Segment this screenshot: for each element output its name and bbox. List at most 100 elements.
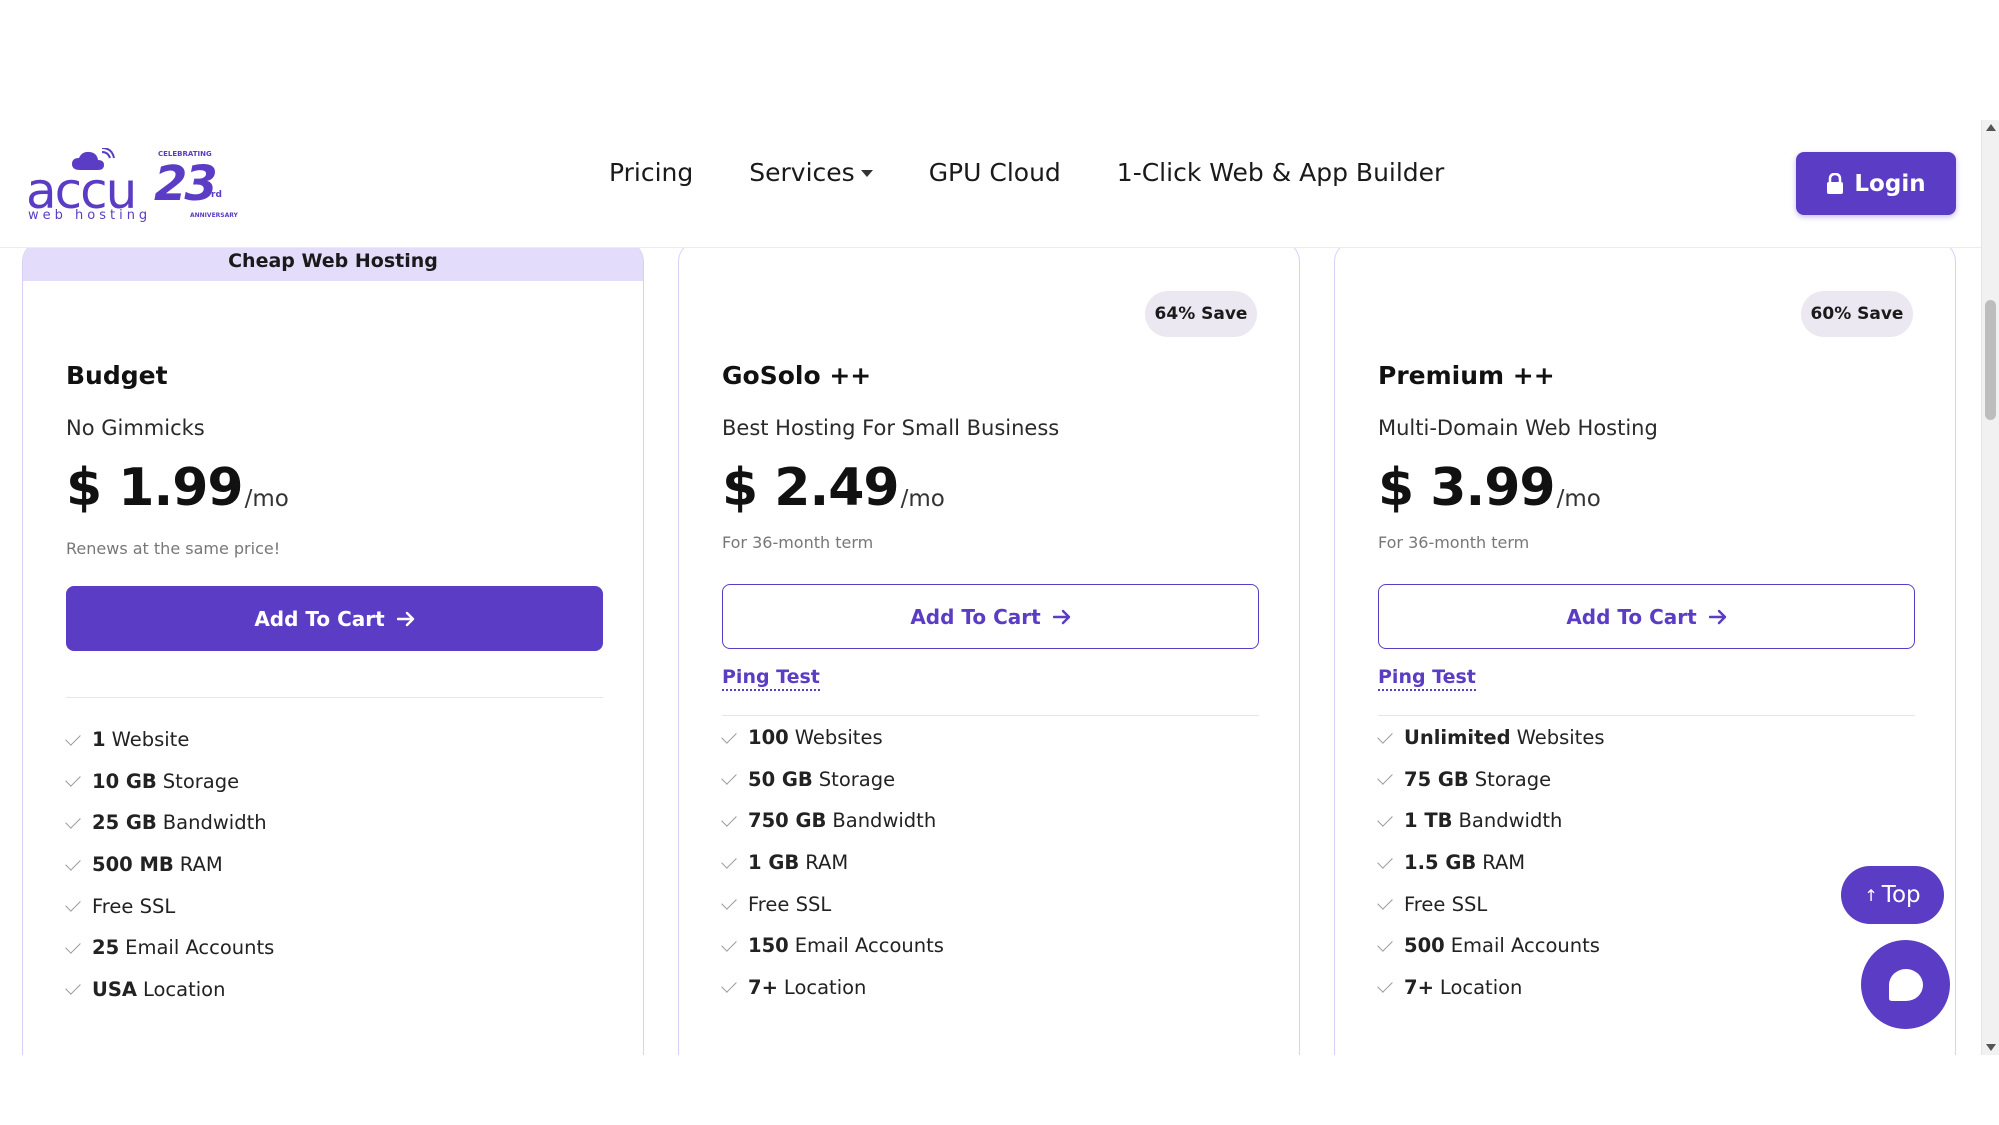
check-icon — [65, 730, 81, 746]
check-icon — [721, 894, 737, 910]
check-icon — [1377, 935, 1393, 952]
logo-anniversary-number: 23 — [154, 156, 218, 212]
feature-item: USA Location — [65, 969, 274, 1011]
add-to-cart-button[interactable]: Add To Cart — [1378, 584, 1915, 649]
scroll-down-arrow-icon[interactable] — [1986, 1044, 1996, 1051]
add-to-cart-label: Add To Cart — [910, 604, 1041, 629]
chevron-down-icon — [860, 170, 873, 177]
nav-services[interactable]: Services — [749, 158, 873, 187]
price-period: /mo — [244, 486, 289, 512]
nav-gpu-cloud-label: GPU Cloud — [928, 158, 1061, 187]
price-amount: $ 3.99 — [1378, 458, 1556, 518]
feature-item: 750 GB Bandwidth — [721, 800, 944, 842]
feature-item: 10 GB Storage — [65, 761, 274, 803]
plan-name: Budget — [66, 361, 168, 390]
arrow-right-icon — [396, 611, 414, 626]
feature-item: 25 Email Accounts — [65, 927, 274, 969]
feature-list: Unlimited Websites 75 GB Storage 1 TB Bandw… — [1377, 717, 1605, 1009]
login-button[interactable]: Login — [1796, 152, 1956, 215]
feature-item: 150 Email Accounts — [721, 925, 944, 967]
save-badge: 60% Save — [1801, 291, 1913, 337]
card-divider — [66, 697, 603, 698]
price-note: Renews at the same price! — [66, 539, 281, 558]
feature-item: 75 GB Storage — [1377, 759, 1605, 801]
check-icon — [721, 852, 737, 869]
add-to-cart-label: Add To Cart — [254, 606, 385, 631]
nav-services-label: Services — [749, 158, 855, 187]
plan-name: Premium ++ — [1378, 361, 1555, 390]
main-nav: Pricing Services GPU Cloud 1-Click Web &… — [609, 158, 1444, 187]
check-icon — [65, 896, 81, 912]
check-icon — [65, 979, 81, 996]
feature-item: 50 GB Storage — [721, 759, 944, 801]
pricing-card-budget: Cheap Web Hosting Budget No Gimmicks $ 1… — [22, 240, 644, 1055]
plan-name: GoSolo ++ — [722, 361, 872, 390]
vertical-scrollbar[interactable] — [1981, 120, 1999, 1055]
card-divider — [722, 715, 1259, 716]
check-icon — [721, 811, 737, 827]
feature-item: 1 GB RAM — [721, 842, 944, 884]
feature-item: 7+ Location — [721, 967, 944, 1009]
arrow-up-icon: ↑ — [1864, 885, 1878, 905]
plan-tagline: Best Hosting For Small Business — [722, 416, 1060, 440]
feature-item: 25 GB Bandwidth — [65, 802, 274, 844]
check-icon — [1377, 811, 1393, 827]
add-to-cart-button[interactable]: Add To Cart — [722, 584, 1259, 649]
save-badge: 64% Save — [1145, 291, 1257, 337]
ping-test-link[interactable]: Ping Test — [1378, 666, 1476, 691]
plan-price: $ 3.99 /mo — [1378, 456, 1601, 520]
page-viewport: accu web hosting CELEBRATING 23 rd ANNIV… — [0, 120, 1981, 1055]
plan-price: $ 1.99 /mo — [66, 456, 289, 520]
check-icon — [721, 977, 737, 994]
feature-item: Free SSL — [721, 883, 944, 925]
back-to-top-button[interactable]: ↑ Top — [1841, 866, 1944, 924]
check-icon — [1377, 894, 1393, 910]
pricing-card-premium: 60% Save Premium ++ Multi-Domain Web Hos… — [1334, 240, 1956, 1055]
price-amount: $ 2.49 — [722, 458, 900, 518]
scrollbar-thumb[interactable] — [1985, 300, 1996, 420]
chat-bubble-icon — [1888, 968, 1923, 1001]
check-icon — [1377, 977, 1393, 994]
feature-item: 7+ Location — [1377, 967, 1605, 1009]
price-amount: $ 1.99 — [66, 458, 244, 518]
check-icon — [65, 771, 81, 788]
feature-item: 500 Email Accounts — [1377, 925, 1605, 967]
check-icon — [721, 728, 737, 744]
nav-pricing-label: Pricing — [609, 158, 694, 187]
logo-ordinal: rd — [211, 190, 222, 200]
check-icon — [1377, 728, 1393, 744]
check-icon — [65, 813, 81, 829]
chat-button[interactable] — [1861, 940, 1950, 1029]
logo-subtitle: web hosting — [28, 208, 152, 223]
price-period: /mo — [1556, 486, 1601, 512]
price-note: For 36-month term — [722, 533, 874, 552]
feature-item: Free SSL — [1377, 883, 1605, 925]
nav-web-builder-label: 1-Click Web & App Builder — [1116, 158, 1445, 187]
plan-tagline: Multi-Domain Web Hosting — [1378, 416, 1658, 440]
check-icon — [1377, 852, 1393, 869]
feature-item: Free SSL — [65, 885, 274, 927]
feature-item: Unlimited Websites — [1377, 717, 1605, 759]
ping-test-link[interactable]: Ping Test — [722, 666, 820, 691]
arrow-right-icon — [1052, 609, 1070, 624]
add-to-cart-button[interactable]: Add To Cart — [66, 586, 603, 651]
scroll-up-arrow-icon[interactable] — [1986, 124, 1996, 131]
price-period: /mo — [900, 486, 945, 512]
feature-item: 1 TB Bandwidth — [1377, 800, 1605, 842]
site-header: accu web hosting CELEBRATING 23 rd ANNIV… — [0, 120, 1981, 248]
login-label: Login — [1854, 170, 1926, 197]
nav-pricing[interactable]: Pricing — [609, 158, 693, 187]
check-icon — [65, 937, 81, 954]
check-icon — [721, 769, 737, 786]
feature-list: 1 Website 10 GB Storage 25 GB Bandwidth 500… — [65, 719, 274, 1011]
nav-gpu-cloud[interactable]: GPU Cloud — [929, 158, 1061, 187]
add-to-cart-label: Add To Cart — [1566, 604, 1697, 629]
back-to-top-label: Top — [1881, 882, 1921, 908]
card-divider — [1378, 715, 1915, 716]
logo-anniversary: ANNIVERSARY — [190, 212, 238, 219]
feature-item: 1.5 GB RAM — [1377, 842, 1605, 884]
price-note: For 36-month term — [1378, 533, 1530, 552]
feature-list: 100 Websites 50 GB Storage 750 GB Bandwidth… — [721, 717, 944, 1009]
site-logo[interactable]: accu web hosting CELEBRATING 23 rd ANNIV… — [26, 148, 238, 226]
nav-web-builder[interactable]: 1-Click Web & App Builder — [1117, 158, 1445, 187]
